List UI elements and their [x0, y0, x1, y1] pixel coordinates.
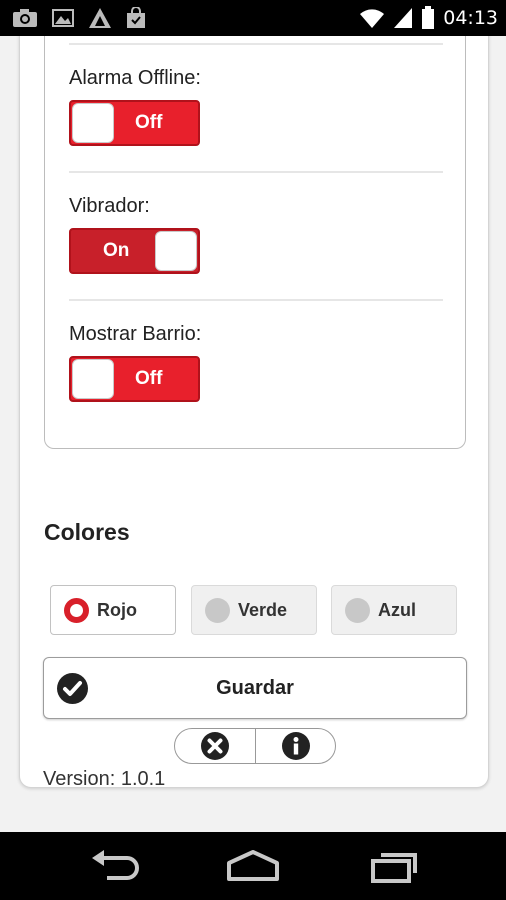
- app-icon: [89, 8, 111, 28]
- info-button[interactable]: [255, 729, 335, 763]
- colors-section-title: Colores: [44, 519, 130, 545]
- color-option-verde[interactable]: Verde: [191, 585, 317, 635]
- back-icon: [92, 850, 139, 880]
- setting-label-vibrador: Vibrador:: [69, 195, 150, 217]
- close-button[interactable]: [175, 729, 255, 763]
- setting-label-mostrar-barrio: Mostrar Barrio:: [69, 323, 202, 345]
- color-option-label: Azul: [378, 599, 416, 620]
- toggle-state-label: Off: [135, 368, 163, 389]
- divider: [69, 299, 443, 301]
- toggles-panel: Alarma Offline: Off Vibrador: On Mostrar…: [44, 36, 466, 449]
- signal-icon: [394, 8, 413, 28]
- recents-icon: [371, 853, 417, 883]
- color-option-label: Rojo: [97, 599, 137, 620]
- close-circle-icon: [201, 732, 229, 760]
- battery-icon: [422, 6, 435, 29]
- wifi-icon: [360, 9, 385, 28]
- shopping-bag-icon: [127, 7, 145, 28]
- toggle-knob: [72, 103, 114, 143]
- divider: [69, 43, 443, 45]
- mostrar-barrio-toggle[interactable]: Off: [69, 356, 200, 402]
- radio-unselected-icon: [345, 597, 370, 623]
- divider: [69, 171, 443, 173]
- status-time: 04:13: [443, 7, 498, 29]
- recents-button[interactable]: [363, 846, 423, 886]
- color-option-label: Verde: [238, 599, 288, 620]
- home-icon: [227, 850, 279, 881]
- radio-selected-icon: [64, 597, 89, 623]
- camera-icon: [13, 9, 37, 27]
- toggle-knob: [155, 231, 197, 271]
- settings-card: Alarma Offline: Off Vibrador: On Mostrar…: [19, 36, 489, 790]
- color-option-rojo[interactable]: Rojo: [50, 585, 176, 635]
- vibrador-toggle[interactable]: On: [69, 228, 200, 274]
- action-button-group: [174, 728, 336, 764]
- back-button[interactable]: [83, 846, 143, 886]
- save-button-label: Guardar: [216, 677, 294, 699]
- navigation-bar: [0, 832, 506, 900]
- setting-label-alarma-offline: Alarma Offline:: [69, 67, 201, 89]
- alarma-offline-toggle[interactable]: Off: [69, 100, 200, 146]
- toggle-state-label: Off: [135, 112, 163, 133]
- image-icon: [52, 9, 74, 27]
- save-button[interactable]: Guardar: [43, 657, 467, 719]
- toggle-knob: [72, 359, 114, 399]
- radio-unselected-icon: [205, 597, 230, 623]
- toggle-state-label: On: [103, 240, 130, 261]
- version-text: Version: 1.0.1: [43, 768, 166, 790]
- status-bar: 04:13: [0, 0, 506, 36]
- color-option-azul[interactable]: Azul: [331, 585, 457, 635]
- settings-screen: Alarma Offline: Off Vibrador: On Mostrar…: [0, 36, 506, 832]
- info-circle-icon: [281, 732, 310, 760]
- home-button[interactable]: [223, 846, 283, 886]
